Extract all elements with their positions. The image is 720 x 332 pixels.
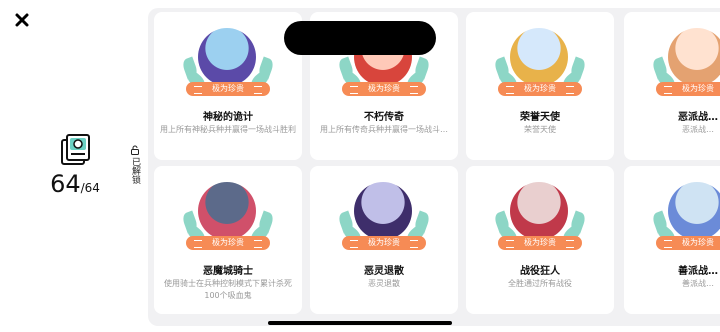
achievement-desc: 用上所有传奇兵种并赢得一场战斗… xyxy=(320,125,448,134)
achievement-card[interactable]: 极为珍贵神秘的诡计用上所有神秘兵种并赢得一场战斗胜利 xyxy=(154,12,302,160)
achievement-portrait xyxy=(510,182,568,240)
close-icon[interactable] xyxy=(14,12,30,28)
achievement-desc: 恶派战… xyxy=(682,125,714,134)
achievement-title: 恶派战… xyxy=(678,112,718,123)
achievement-desc: 善派战… xyxy=(682,279,714,288)
achievement-card[interactable]: 极为珍贵善派战… 善派战… xyxy=(624,166,720,314)
achievement-card[interactable]: 极为珍贵 荣誉天使 荣誉天使 xyxy=(466,12,614,160)
achievement-portrait xyxy=(198,182,256,240)
achievement-portrait xyxy=(668,28,720,86)
achievement-desc: 荣誉天使 xyxy=(524,125,556,134)
achievement-desc: 恶灵退散 xyxy=(368,279,400,288)
achievement-title: 恶魔城骑士 xyxy=(203,266,253,277)
achievement-card[interactable]: 极为珍贵战役狂人全胜通过所有战役 xyxy=(466,166,614,314)
achievement-count: 64/64 xyxy=(40,170,110,198)
rarity-badge: 极为珍贵 xyxy=(498,236,582,250)
badge-album-icon xyxy=(61,134,90,165)
achievement-grid[interactable]: 极为珍贵 神秘的诡计 用上所有神秘兵种并赢得一场战斗胜利 极为珍贵 不朽传奇 用上所有传… xyxy=(148,8,720,326)
rarity-badge: 极为珍贵 xyxy=(186,82,270,96)
rarity-badge: 极为珍贵 xyxy=(342,82,426,96)
rarity-badge: 极为珍贵 xyxy=(656,82,720,96)
unlocked-label: 已解锁 xyxy=(130,157,140,184)
collection-summary: 64/64 xyxy=(40,132,110,198)
achievement-title: 善派战… xyxy=(678,266,718,277)
achievement-title: 不朽传奇 xyxy=(364,112,404,123)
achievement-portrait xyxy=(198,28,256,86)
achievement-card[interactable]: 极为珍贵 恶灵退散 恶灵退散 xyxy=(310,166,458,314)
achievement-title: 恶灵退散 xyxy=(364,266,404,277)
achievement-portrait xyxy=(354,182,412,240)
achievement-desc: 全胜通过所有战役 xyxy=(508,279,572,288)
achievement-card[interactable]: 极为珍贵恶魔城骑士使用骑士在兵种控制模式下累计杀死100个吸血鬼 xyxy=(154,166,302,314)
rarity-badge: 极为珍贵 xyxy=(656,236,720,250)
achievement-portrait xyxy=(510,28,568,86)
achievement-desc: 用上所有神秘兵种并赢得一场战斗胜利 xyxy=(160,125,296,134)
collected-count: 64 xyxy=(50,170,81,198)
rarity-badge: 极为珍贵 xyxy=(342,236,426,250)
rarity-badge: 极为珍贵 xyxy=(186,236,270,250)
unlocked-filter[interactable]: 已解锁 xyxy=(128,145,142,184)
home-indicator[interactable] xyxy=(268,321,452,325)
achievement-title: 荣誉天使 xyxy=(520,112,560,123)
unlock-icon xyxy=(131,145,139,155)
achievement-portrait xyxy=(668,182,720,240)
achievement-card[interactable]: 极为珍贵恶派战… 恶派战… xyxy=(624,12,720,160)
achievement-title: 神秘的诡计 xyxy=(203,112,253,123)
rarity-badge: 极为珍贵 xyxy=(498,82,582,96)
total-count: /64 xyxy=(80,181,100,195)
achievement-desc: 使用骑士在兵种控制模式下累计杀死100个吸血鬼 xyxy=(164,279,292,300)
achievement-title: 战役狂人 xyxy=(520,266,560,277)
camera-notch xyxy=(284,21,436,55)
